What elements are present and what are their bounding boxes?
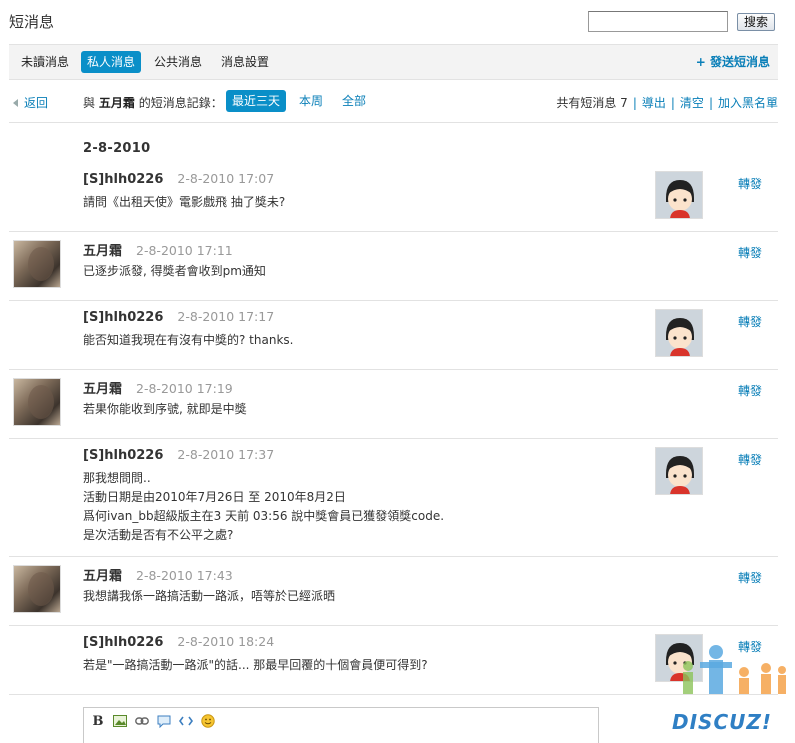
avatar[interactable] [655,447,703,495]
message-line: 若果你能收到序號, 就即是中獎 [83,402,247,416]
range-this-week[interactable]: 本周 [293,90,329,112]
author-name[interactable]: [S]hlh0226 [83,172,163,187]
author-name[interactable]: 五月霜 [83,569,122,584]
range-all[interactable]: 全部 [336,90,372,112]
watermark-text: DISCUZ! [672,710,772,734]
message-body: 那我想問問.. 活動日期是由2010年7月26日 至 2010年8月2日 爲何i… [83,469,444,545]
message-line: 活動日期是由2010年7月26日 至 2010年8月2日 [83,490,346,504]
top-bar: 短消息 搜索 [0,0,795,44]
message-time: 2-8-2010 17:17 [177,309,275,324]
message-body: 若是"一路搞活動一路派"的話... 那最早回覆的十個會員便可得到? [83,656,428,675]
forward-link[interactable]: 轉發 [738,569,762,586]
page-title: 短消息 [9,13,55,31]
filter-bar: 返回 與 五月霜 的短消息記錄： 最近三天 本周 全部 共有短消息 7 | 導出 | 清… [9,81,778,123]
filter-prefix: 與 [83,96,96,110]
message-author[interactable]: [S]hlh0226 2-8-2010 17:17 [83,309,274,325]
message-time: 2-8-2010 17:07 [177,171,275,186]
conversation-label: 與 五月霜 的短消息記錄： [83,94,223,111]
message-author[interactable]: [S]hlh0226 2-8-2010 17:37 [83,447,274,463]
avatar[interactable] [655,171,703,219]
message-item: [S]hlh0226 2-8-2010 17:07 請問《出租天使》電影戲飛 抽了… [9,160,778,232]
range-last-3-days[interactable]: 最近三天 [226,90,287,112]
message-item: [S]hlh0226 2-8-2010 17:37 那我想問問.. 活動日期是由2… [9,439,778,557]
message-body: 若果你能收到序號, 就即是中獎 [83,400,247,419]
editor-toolbar: B [84,708,216,734]
message-line: 我想講我係一路搞活動一路派，唔等於已經派晒 [83,589,336,603]
search-button[interactable]: 搜索 [737,13,775,31]
back-arrow-icon [13,99,18,107]
send-message-link[interactable]: + 發送短消息 [696,52,770,72]
message-body: 請問《出租天使》電影戲飛 抽了獎未? [83,193,285,212]
forward-link[interactable]: 轉發 [738,313,762,330]
message-line: 能否知道我現在有沒有中獎的? thanks. [83,333,294,347]
message-time: 2-8-2010 17:19 [136,381,233,396]
filter-suffix: 的短消息記錄： [138,96,223,110]
message-time: 2-8-2010 17:11 [136,243,233,258]
avatar[interactable] [655,309,703,357]
contact-name[interactable]: 五月霜 [99,96,135,110]
message-line: 已逐步派發, 得獎者會收到pm通知 [83,264,266,278]
discuz-watermark: DISCUZ! [668,640,794,740]
tab-settings[interactable]: 消息設置 [215,51,275,73]
message-body: 已逐步派發, 得獎者會收到pm通知 [83,262,266,281]
avatar[interactable] [13,378,61,426]
message-body: 能否知道我現在有沒有中獎的? thanks. [83,331,293,350]
author-name[interactable]: [S]hlh0226 [83,635,163,650]
smiley-icon[interactable] [200,713,216,729]
bold-icon[interactable]: B [90,713,106,729]
message-author[interactable]: [S]hlh0226 2-8-2010 17:07 [83,171,274,187]
image-icon[interactable] [112,713,128,729]
avatar[interactable] [13,565,61,613]
message-author[interactable]: 五月霜 2-8-2010 17:19 [83,378,233,397]
export-link[interactable]: 導出 [642,96,666,110]
message-item: 五月霜 2-8-2010 17:19 若果你能收到序號, 就即是中獎 轉發 [9,370,778,439]
message-line: 若是"一路搞活動一路派"的話... 那最早回覆的十個會員便可得到? [83,658,428,672]
message-line: 爲何ivan_bb超級版主在3 天前 03:56 說中獎會員已獲發領獎code. [83,509,445,523]
message-item: [S]hlh0226 2-8-2010 17:17 能否知道我現在有沒有中獎的? … [9,301,778,370]
message-author[interactable]: 五月霜 2-8-2010 17:43 [83,565,233,584]
back-link[interactable]: 返回 [13,94,48,111]
message-line: 請問《出租天使》電影戲飛 抽了獎未? [83,195,286,209]
message-time: 2-8-2010 17:43 [136,568,233,583]
message-time: 2-8-2010 18:24 [177,634,275,649]
clear-link[interactable]: 清空 [680,96,704,110]
forward-link[interactable]: 轉發 [738,382,762,399]
message-tabs: 未讀消息 私人消息 公共消息 消息設置 + 發送短消息 [9,44,778,80]
discuz-logo-figures [683,645,786,694]
back-label: 返回 [24,96,49,110]
tab-private[interactable]: 私人消息 [81,51,142,73]
message-item: 五月霜 2-8-2010 17:43 我想講我係一路搞活動一路派，唔等於已經派晒 … [9,557,778,626]
tab-unread[interactable]: 未讀消息 [15,51,75,73]
message-author[interactable]: 五月霜 2-8-2010 17:11 [83,240,233,259]
message-item: [S]hlh0226 2-8-2010 18:24 若是"一路搞活動一路派"的話.… [9,626,778,695]
date-heading: 2-8-2010 [83,141,151,156]
forward-link[interactable]: 轉發 [738,244,762,261]
link-icon[interactable] [134,713,150,729]
blacklist-link[interactable]: 加入黑名單 [718,96,778,110]
author-name[interactable]: 五月霜 [83,382,122,397]
search-input[interactable] [588,11,728,32]
author-name[interactable]: [S]hlh0226 [83,310,163,325]
forward-link[interactable]: 轉發 [738,175,762,192]
message-item: 五月霜 2-8-2010 17:11 已逐步派發, 得獎者會收到pm通知 轉發 [9,232,778,301]
forward-link[interactable]: 轉發 [738,451,762,468]
avatar[interactable] [13,240,61,288]
message-line: 那我想問問.. [83,471,151,485]
author-name[interactable]: 五月霜 [83,244,122,259]
author-name[interactable]: [S]hlh0226 [83,448,163,463]
code-icon[interactable] [178,713,194,729]
quote-icon[interactable] [156,713,172,729]
message-stats: 共有短消息 7 | 導出 | 清空 | 加入黑名單 [556,96,778,110]
message-count: 共有短消息 7 [556,96,628,110]
message-line: 是次活動是否有不公平之處? [83,528,234,542]
reply-editor[interactable]: B [83,707,599,743]
tab-public[interactable]: 公共消息 [148,51,208,73]
message-author[interactable]: [S]hlh0226 2-8-2010 18:24 [83,634,274,650]
message-time: 2-8-2010 17:37 [177,447,275,462]
message-body: 我想講我係一路搞活動一路派，唔等於已經派晒 [83,587,335,606]
